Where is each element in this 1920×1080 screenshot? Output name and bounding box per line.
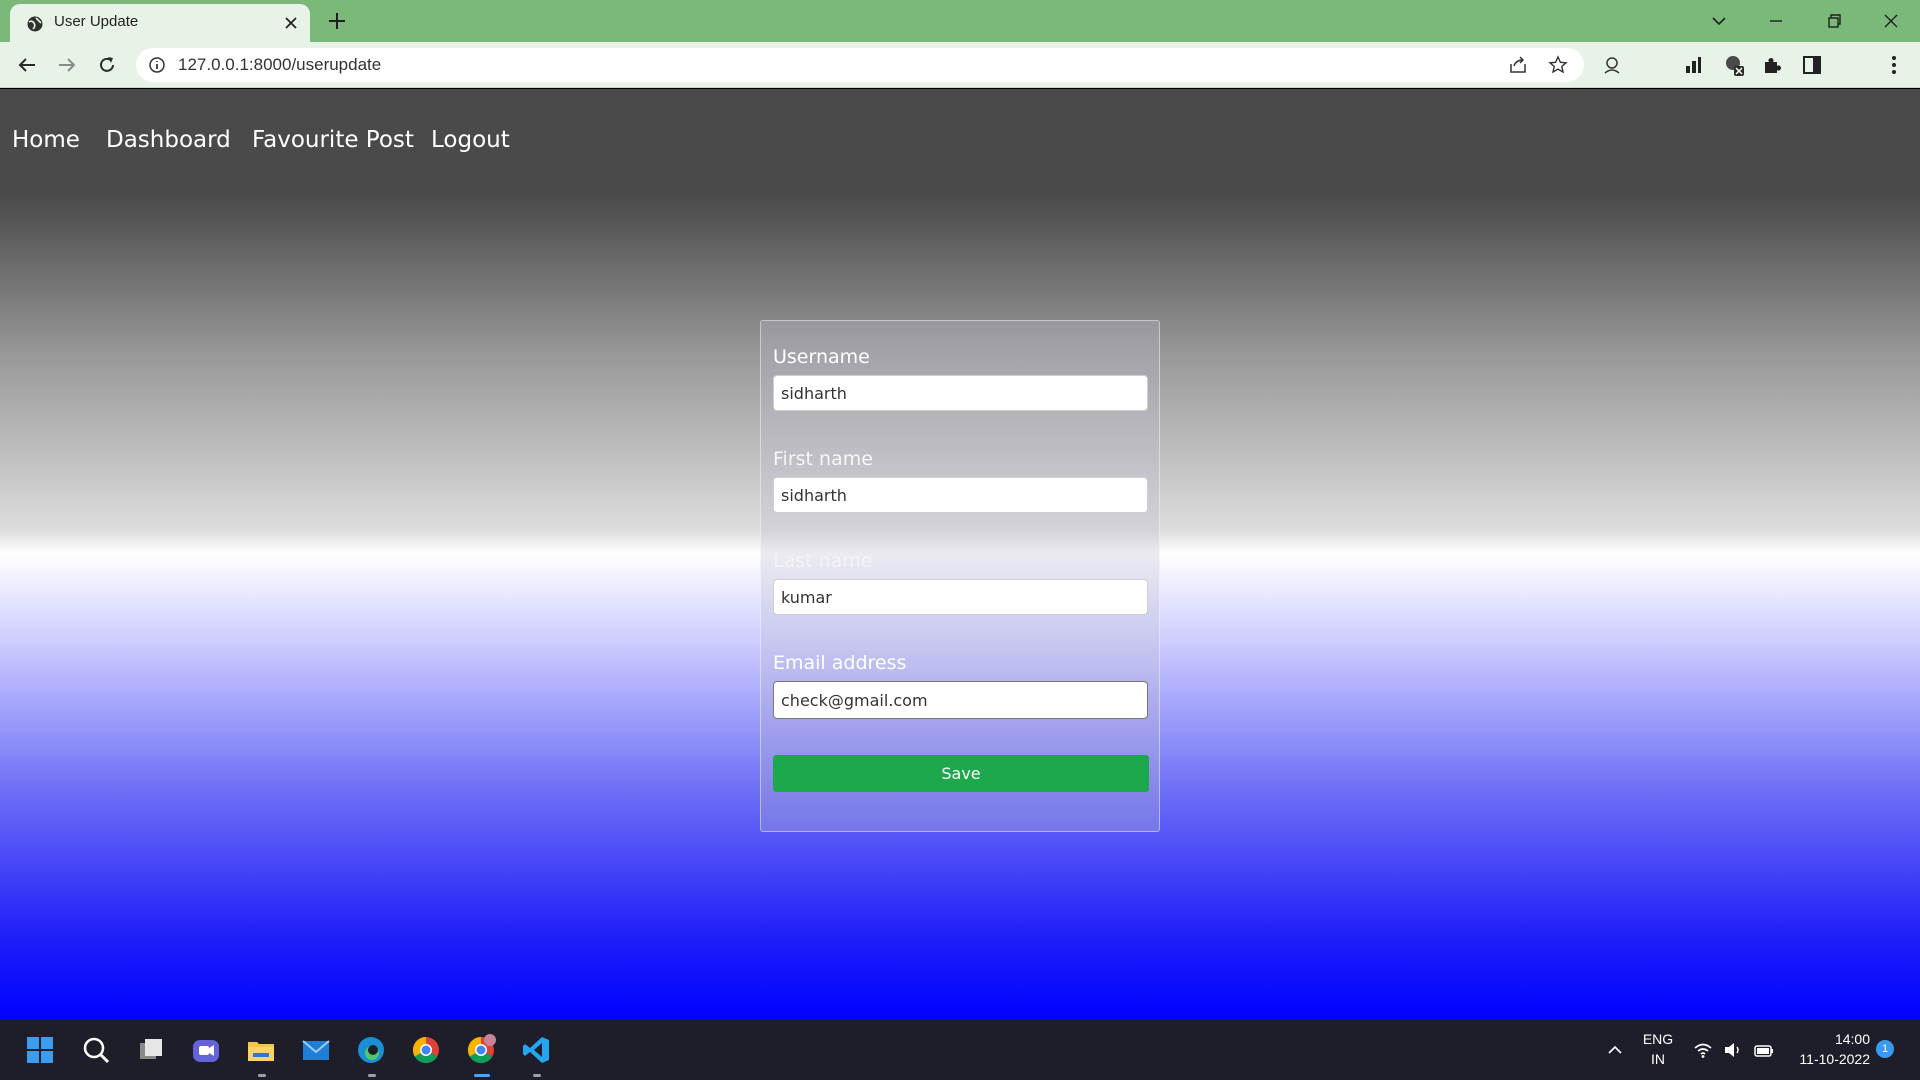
restore-icon[interactable] [1821, 8, 1847, 34]
reload-icon[interactable] [95, 53, 119, 77]
site-navbar: Home Dashboard Favourite Post Logout [0, 89, 1920, 192]
nav-logout-link[interactable]: Logout [431, 127, 510, 153]
chrome-active-indicator [474, 1074, 490, 1077]
browser-tab[interactable]: User Update [10, 4, 310, 42]
last-name-input[interactable] [773, 579, 1148, 615]
show-hidden-icons-icon[interactable] [1604, 1039, 1626, 1061]
extension-bars-icon[interactable] [1681, 53, 1705, 77]
tab-title: User Update [54, 13, 139, 30]
browser-tab-strip: User Update [0, 0, 1920, 42]
region-indicator[interactable]: IN [1636, 1051, 1680, 1067]
globe-icon [27, 16, 43, 32]
wifi-icon[interactable] [1692, 1039, 1714, 1061]
page-body: Home Dashboard Favourite Post Logout Use… [0, 89, 1920, 1020]
forward-arrow-icon[interactable] [55, 53, 79, 77]
edge-browser-icon[interactable] [355, 1034, 387, 1066]
extension-globe-off-icon[interactable] [1722, 53, 1746, 77]
extensions-puzzle-icon[interactable] [1760, 53, 1784, 77]
search-icon[interactable] [80, 1034, 112, 1066]
windows-taskbar: ENG IN 14:00 11-10-2022 [0, 1020, 1920, 1080]
mail-icon[interactable] [300, 1034, 332, 1066]
volume-icon[interactable] [1722, 1039, 1744, 1061]
language-indicator[interactable]: ENG [1636, 1031, 1680, 1047]
vscode-icon[interactable] [520, 1034, 552, 1066]
new-tab-icon[interactable] [326, 10, 348, 32]
chrome-icon[interactable] [410, 1034, 442, 1066]
extension-incognito-icon[interactable] [1600, 53, 1624, 77]
site-info-icon[interactable] [148, 56, 166, 74]
chrome-profile-icon[interactable] [465, 1034, 497, 1066]
first-name-input[interactable] [773, 477, 1148, 513]
menu-kebab-icon[interactable] [1882, 53, 1906, 77]
close-window-icon[interactable] [1878, 8, 1904, 34]
tab-search-icon[interactable] [1706, 8, 1732, 34]
close-tab-icon[interactable] [282, 14, 300, 32]
teams-chat-icon[interactable] [190, 1034, 222, 1066]
file-explorer-icon[interactable] [245, 1034, 277, 1066]
edge-running-indicator [368, 1074, 376, 1077]
task-view-icon[interactable] [135, 1034, 167, 1066]
last-name-label: Last name [773, 550, 873, 572]
nav-favourite-post-link[interactable]: Favourite Post [252, 127, 414, 153]
username-input[interactable] [773, 375, 1148, 411]
browser-toolbar: 127.0.0.1:8000/userupdate ABP [0, 42, 1920, 121]
battery-icon[interactable] [1753, 1039, 1775, 1061]
url-text: 127.0.0.1:8000/userupdate [178, 55, 382, 74]
save-button[interactable]: Save [773, 755, 1149, 792]
username-label: Username [773, 346, 870, 368]
first-name-label: First name [773, 448, 873, 470]
user-update-form: Username First name Last name Email addr… [760, 320, 1160, 832]
back-arrow-icon[interactable] [15, 53, 39, 77]
clock-date[interactable]: 11-10-2022 [1780, 1051, 1870, 1067]
side-panel-icon[interactable] [1800, 53, 1824, 77]
windows-start-icon[interactable] [24, 1034, 56, 1066]
address-bar[interactable]: 127.0.0.1:8000/userupdate [136, 48, 1584, 82]
minimize-icon[interactable] [1763, 8, 1789, 34]
bookmark-star-icon[interactable] [1548, 55, 1568, 75]
email-input[interactable] [773, 681, 1148, 719]
clock-time[interactable]: 14:00 [1790, 1031, 1870, 1047]
email-label: Email address [773, 652, 907, 674]
nav-home-link[interactable]: Home [12, 127, 80, 153]
share-icon[interactable] [1508, 55, 1528, 75]
nav-dashboard-link[interactable]: Dashboard [106, 127, 231, 153]
vscode-running-indicator [533, 1074, 541, 1077]
file-explorer-running-indicator [258, 1074, 266, 1077]
notification-badge[interactable]: 1 [1876, 1040, 1894, 1058]
